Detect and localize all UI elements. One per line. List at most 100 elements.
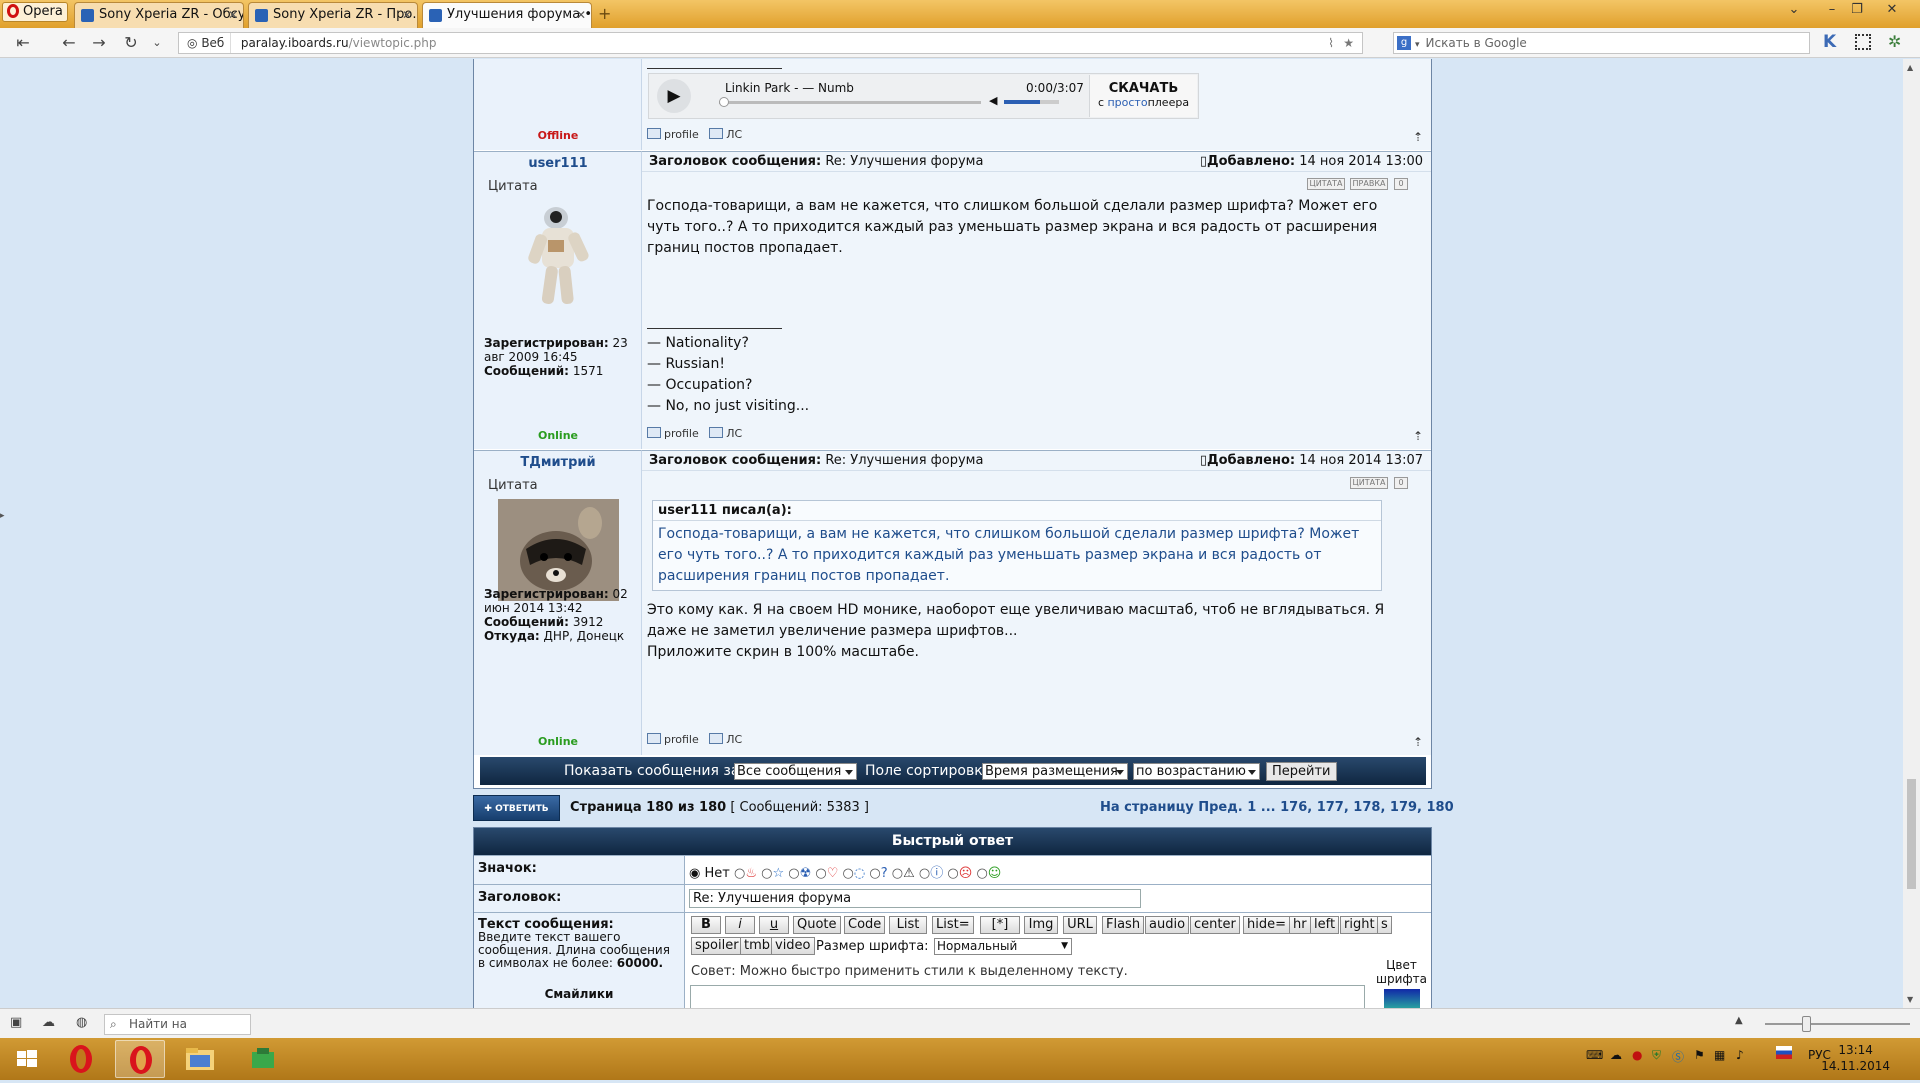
star-icon[interactable]: ★ — [1343, 33, 1354, 53]
tray-skype-icon[interactable]: Ⓢ — [1672, 1048, 1684, 1065]
tray-network-icon[interactable]: ▦ — [1714, 1048, 1725, 1062]
maximize-icon[interactable]: ❐ — [1845, 0, 1869, 20]
italic-button[interactable]: i — [725, 916, 755, 934]
scroll-up-icon[interactable]: ▲ — [1907, 63, 1913, 72]
scroll-top-icon[interactable]: ⇡ — [1413, 130, 1423, 144]
bold-button[interactable]: B — [691, 916, 721, 934]
cloud-icon[interactable]: ☁ — [42, 1015, 55, 1030]
scrollbar-thumb[interactable] — [1907, 779, 1916, 889]
radio-selected[interactable]: ◉ — [689, 866, 700, 881]
radio-warning-icon[interactable]: ○⚠ — [892, 866, 915, 881]
hr-button[interactable]: hr — [1289, 916, 1311, 934]
img-button[interactable]: Img — [1024, 916, 1058, 934]
radio-smile-icon[interactable]: ○☺ — [976, 866, 1001, 881]
volume-icon[interactable]: ◀ — [989, 94, 997, 107]
opera-active-taskbar-icon[interactable] — [115, 1040, 165, 1078]
kaspersky-icon[interactable]: K — [1823, 32, 1836, 52]
underline-button[interactable]: u — [759, 916, 789, 934]
report-button[interactable]: 0 — [1394, 477, 1408, 489]
zoom-slider[interactable] — [1765, 1016, 1910, 1032]
sort-order-select[interactable]: по возрастанию — [1133, 763, 1260, 780]
history-dropdown-icon[interactable]: ⌄ — [146, 33, 168, 53]
zoom-up-icon[interactable]: ▲ — [1735, 1015, 1743, 1026]
file-explorer-icon[interactable] — [175, 1040, 225, 1078]
fontsize-select[interactable]: Нормальный ▼ — [934, 938, 1072, 955]
go-button[interactable]: Перейти — [1266, 762, 1337, 781]
pm-link[interactable]: ЛС — [726, 427, 742, 440]
scroll-top-icon[interactable]: ⇡ — [1413, 735, 1423, 749]
progress-handle[interactable] — [719, 97, 729, 107]
back-icon[interactable]: ← — [58, 33, 80, 53]
zoom-handle[interactable] — [1802, 1016, 1811, 1032]
list-item-button[interactable]: [*] — [980, 916, 1020, 934]
tray-cloud-icon[interactable]: ☁ — [1610, 1048, 1622, 1062]
search-field[interactable]: g ▾ Искать в Google — [1393, 32, 1810, 54]
strike-button[interactable]: s — [1377, 916, 1392, 934]
message-textarea[interactable] — [690, 985, 1365, 1008]
profile-link[interactable]: profile — [664, 128, 699, 141]
tmb-button[interactable]: tmb — [740, 937, 775, 955]
subject-input[interactable]: Re: Улучшения форума — [689, 889, 1141, 908]
tray-security-icon[interactable]: ⛨ — [1652, 1048, 1661, 1063]
reply-button[interactable]: ✚ ОТВЕТИТЬ — [473, 795, 560, 821]
hide-button[interactable]: hide= — [1243, 916, 1290, 934]
left-button[interactable]: left — [1310, 916, 1340, 934]
code-button[interactable]: Code — [844, 916, 886, 934]
radio-star-icon[interactable]: ○☆ — [761, 866, 784, 881]
flash-button[interactable]: Flash — [1102, 916, 1145, 934]
side-panel-toggle-icon[interactable]: ▸ — [0, 511, 5, 521]
app-green-icon[interactable] — [238, 1040, 288, 1078]
video-button[interactable]: video — [771, 937, 815, 955]
radio-fire-icon[interactable]: ○♨ — [734, 866, 757, 881]
radio-speech-icon[interactable]: ○◌ — [843, 866, 866, 881]
scroll-top-icon[interactable]: ⇡ — [1413, 429, 1423, 443]
chevron-down-icon[interactable]: ▾ — [1415, 40, 1420, 50]
close-icon[interactable]: ✕ — [576, 3, 586, 27]
download-button[interactable]: СКАЧАТЬ с простоплеера — [1089, 75, 1197, 117]
pm-link[interactable]: ЛС — [726, 128, 742, 141]
tab-list-icon[interactable]: ⌄ — [1782, 0, 1806, 20]
taskbar-clock[interactable]: 13:14 14.11.2014 — [1821, 1042, 1890, 1074]
scroll-down-icon[interactable]: ▼ — [1907, 995, 1913, 1004]
page-scrollbar[interactable]: ▲ ▼ — [1903, 59, 1920, 1008]
tab-2[interactable]: Sony Xperia ZR - Про... ✕ — [248, 2, 418, 28]
profile-link[interactable]: profile — [664, 733, 699, 746]
report-button[interactable]: 0 — [1394, 178, 1408, 190]
windows-start-icon[interactable] — [2, 1040, 52, 1078]
quote-button[interactable]: ЦИТАТА — [1307, 178, 1345, 190]
forward-icon[interactable]: → — [88, 33, 110, 53]
extension-icon[interactable]: ✲ — [1888, 32, 1901, 51]
tray-opera-icon[interactable]: ● — [1632, 1048, 1642, 1062]
close-icon[interactable]: ✕ — [228, 3, 238, 27]
radio-heart-icon[interactable]: ○♡ — [815, 866, 838, 881]
color-palette[interactable] — [1384, 989, 1420, 1008]
list-numbered-button[interactable]: List= — [932, 916, 974, 934]
close-icon[interactable]: ✕ — [402, 3, 412, 27]
profile-link[interactable]: profile — [664, 427, 699, 440]
center-button[interactable]: center — [1190, 916, 1240, 934]
window-close-icon[interactable]: ✕ — [1880, 0, 1904, 20]
tab-1[interactable]: Sony Xperia ZR - Обсу... ✕ — [74, 2, 244, 28]
tray-volume-icon[interactable]: ♪ — [1736, 1048, 1744, 1062]
show-period-select[interactable]: Все сообщения — [734, 763, 857, 780]
right-button[interactable]: right — [1340, 916, 1379, 934]
url-button[interactable]: URL — [1063, 916, 1097, 934]
reload-icon[interactable]: ↻ — [120, 33, 142, 53]
list-button[interactable]: List — [889, 916, 927, 934]
turbo-icon[interactable]: ◍ — [76, 1015, 87, 1030]
opera-menu-button[interactable]: Opera — [2, 2, 68, 22]
minimize-icon[interactable]: – — [1820, 0, 1844, 20]
site-info-badge[interactable]: ◎ Веб — [179, 33, 231, 53]
pm-link[interactable]: ЛС — [726, 733, 742, 746]
radio-radiation-icon[interactable]: ○☢ — [788, 866, 811, 881]
post-author[interactable]: user111 — [474, 156, 642, 171]
spoiler-button[interactable]: spoiler — [691, 937, 743, 955]
sort-field-select[interactable]: Время размещения — [982, 763, 1128, 780]
post-author[interactable]: TДмитрий — [474, 455, 642, 470]
rewind-icon[interactable]: ⇤ — [12, 33, 34, 53]
address-field[interactable]: ◎ Веб paralay.iboards.ru/viewtopic.php ⌇… — [178, 32, 1363, 54]
radio-question-icon[interactable]: ○? — [869, 866, 887, 881]
tab-3-active[interactable]: Улучшения форума • ...✕ — [422, 2, 592, 28]
new-tab-icon[interactable]: + — [598, 4, 611, 23]
play-icon[interactable]: ▶ — [657, 79, 691, 113]
